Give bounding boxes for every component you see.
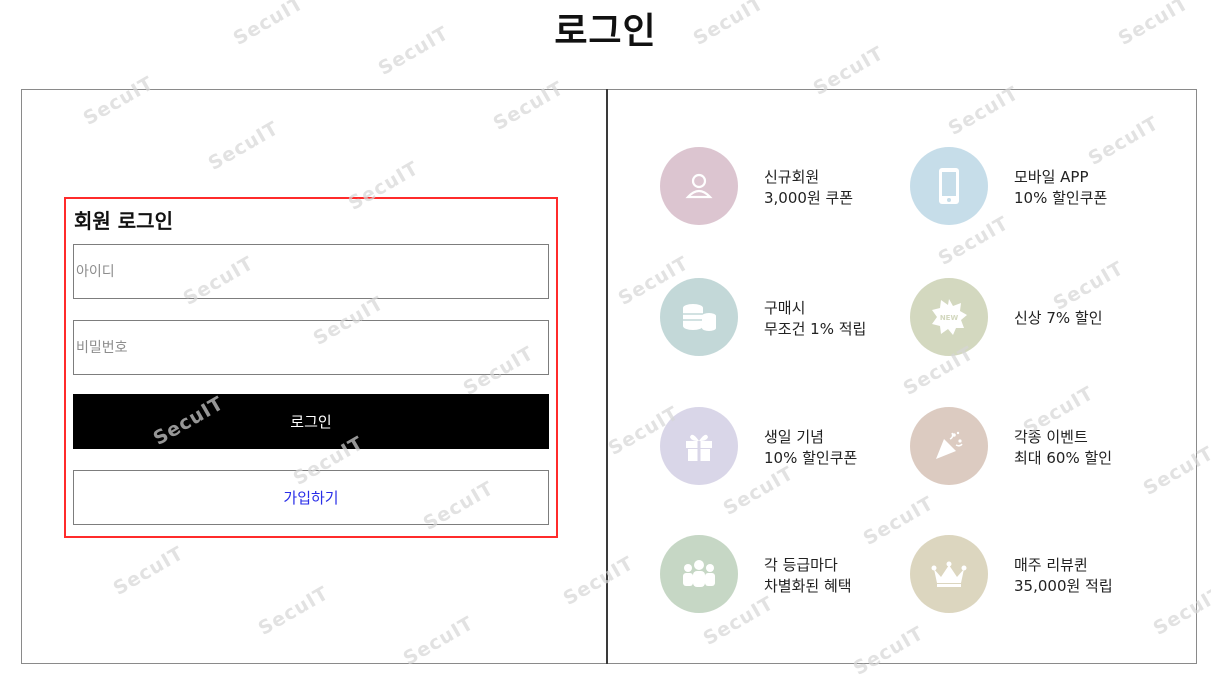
benefit-birthday: 생일 기념 10% 할인쿠폰 [660,407,900,489]
benefit-new-member-line2: 3,000원 쿠폰 [764,189,854,207]
benefit-grade-circle [660,535,738,613]
benefit-birthday-circle [660,407,738,485]
gift-icon [686,434,712,461]
benefit-purchase-line1: 구매시 [764,299,806,317]
benefit-purchase: 구매시 무조건 1% 적립 [660,278,900,360]
benefit-new-arrival: NEW 신상 7% 할인 [910,278,1150,360]
login-form: 회원 로그인 로그인 가입하기 [64,197,558,538]
benefit-new-arrival-line1: 신상 7% 할인 [1014,309,1103,327]
crown-icon [931,561,967,587]
join-button[interactable]: 가입하기 [73,470,549,525]
login-button[interactable]: 로그인 [73,394,549,449]
benefit-purchase-line2: 무조건 1% 적립 [764,320,867,338]
benefit-review-queen: 매주 리뷰퀸 35,000원 적립 [910,535,1150,617]
benefit-birthday-line2: 10% 할인쿠폰 [764,449,858,467]
page-title: 로그인 [554,11,657,52]
benefit-grade-line2: 차별화된 혜택 [764,577,852,595]
benefit-events: 각종 이벤트 최대 60% 할인 [910,407,1150,489]
login-heading: 회원 로그인 [74,209,173,233]
benefit-grade-line1: 각 등급마다 [764,556,838,574]
benefit-mobile-app-line2: 10% 할인쿠폰 [1014,189,1108,207]
benefit-birthday-line1: 생일 기념 [764,428,824,446]
mobile-icon [939,168,959,204]
benefit-new-member-circle [660,147,738,225]
group-icon [683,560,715,587]
user-icon [685,173,713,199]
benefit-new-member-line1: 신규회원 [764,168,820,186]
party-popper-icon [936,431,963,459]
benefit-mobile-app-circle [910,147,988,225]
coins-icon [683,304,716,331]
benefit-review-queen-circle [910,535,988,613]
benefit-purchase-circle [660,278,738,356]
panel-divider [606,89,608,664]
benefit-grade: 각 등급마다 차별화된 혜택 [660,535,900,617]
benefit-mobile-app: 모바일 APP 10% 할인쿠폰 [910,147,1150,229]
new-badge-icon: NEW [932,299,967,335]
benefit-events-circle [910,407,988,485]
benefit-new-arrival-circle: NEW [910,278,988,356]
benefit-review-queen-line1: 매주 리뷰퀸 [1014,556,1088,574]
benefit-mobile-app-line1: 모바일 APP [1014,168,1089,186]
benefit-events-line2: 최대 60% 할인 [1014,449,1113,467]
password-input[interactable] [73,320,549,375]
benefit-review-queen-line2: 35,000원 적립 [1014,577,1113,595]
benefit-events-line1: 각종 이벤트 [1014,428,1088,446]
benefit-new-member: 신규회원 3,000원 쿠폰 [660,147,900,229]
id-input[interactable] [73,244,549,299]
svg-text:NEW: NEW [940,314,959,322]
